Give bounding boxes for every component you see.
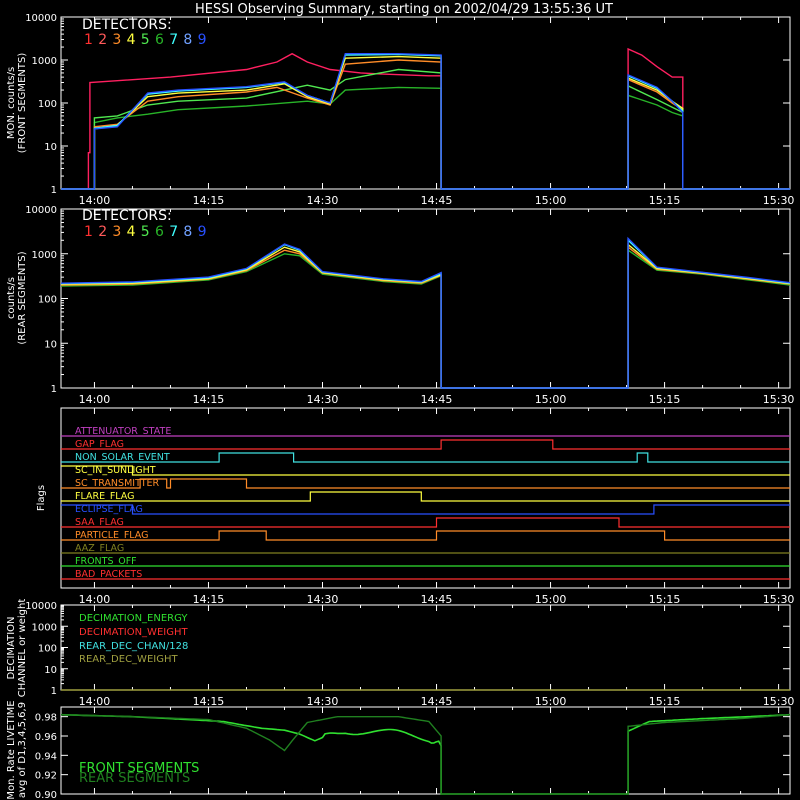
rear-legend-title: DETECTORS: — [82, 208, 172, 224]
y-tick-label-1-1: 10 — [44, 339, 57, 350]
x-tick-label-0-3: 14:45 — [421, 194, 453, 207]
x-tick-label-1-1: 14:15 — [193, 393, 225, 406]
x-tick-label-3-6: 15:30 — [763, 695, 795, 708]
detector-number-1-6: 6 — [155, 224, 164, 240]
detector-number-1-2: 2 — [98, 224, 107, 240]
x-tick-label-0-6: 15:30 — [763, 194, 795, 207]
decimation-legend-rear-chan: REAR_DEC_CHAN/128 — [79, 641, 188, 652]
figure-canvas: HESSI Observing Summary, starting on 200… — [0, 0, 800, 800]
x-tick-label-3-0: 14:00 — [79, 695, 111, 708]
detector-number-0-1: 1 — [84, 32, 93, 48]
livetime-y-tick-label-1: 0.92 — [35, 771, 57, 782]
front-ylabel-line2: (FRONT SEGMENTS) — [17, 53, 28, 154]
detector-number-0-4: 4 — [127, 32, 136, 48]
flag-label-non_solar_event: NON_SOLAR_EVENT — [75, 452, 170, 463]
flag-label-particle_flag: PARTICLE_FLAG — [75, 530, 148, 541]
y-tick-label-3-0: 1 — [51, 686, 57, 697]
detector-number-0-9: 9 — [198, 32, 207, 48]
x-tick-label-3-5: 15:15 — [649, 695, 681, 708]
y-tick-label-3-1: 10 — [44, 665, 57, 676]
decimation-legend-weight: DECIMATION_WEIGHT — [79, 627, 188, 638]
detector-number-1-7: 7 — [169, 224, 178, 240]
flag-label-aaz_flag: AAZ_FLAG — [75, 543, 124, 554]
detector-number-0-8: 8 — [183, 32, 192, 48]
detector-number-1-1: 1 — [84, 224, 93, 240]
y-tick-label-1-3: 1000 — [32, 250, 57, 261]
y-tick-label-0-2: 100 — [38, 99, 57, 110]
y-tick-label-3-2: 100 — [38, 644, 57, 655]
flags-ylabel: Flags — [36, 485, 47, 511]
x-tick-label-1-0: 14:00 — [79, 393, 111, 406]
detector-number-1-5: 5 — [141, 224, 150, 240]
hessi-summary-figure: HESSI Observing Summary, starting on 200… — [0, 0, 800, 800]
x-tick-label-2-6: 15:30 — [763, 593, 795, 606]
x-tick-label-2-4: 15:00 — [535, 593, 567, 606]
livetime-y-tick-label-4: 0.98 — [35, 713, 57, 724]
flag-label-sc_transmitter: SC_TRANSMITTER — [75, 478, 160, 489]
x-tick-label-0-2: 14:30 — [307, 194, 339, 207]
y-tick-label-0-1: 10 — [44, 142, 57, 153]
detector-number-1-4: 4 — [127, 224, 136, 240]
x-tick-label-2-3: 14:45 — [421, 593, 453, 606]
y-tick-label-3-4: 10000 — [25, 601, 57, 612]
decimation-ylabel-line1: DECIMATION — [6, 616, 17, 679]
x-tick-label-0-0: 14:00 — [79, 194, 111, 207]
detector-number-1-3: 3 — [112, 224, 121, 240]
y-tick-label-1-0: 1 — [51, 384, 57, 395]
flag-label-saa_flag: SAA_FLAG — [75, 517, 124, 528]
x-tick-label-0-4: 15:00 — [535, 194, 567, 207]
y-tick-label-0-0: 1 — [51, 185, 57, 196]
decimation-legend-rear-weight: REAR_DEC_WEIGHT — [79, 654, 178, 665]
detector-number-0-2: 2 — [98, 32, 107, 48]
flag-label-sc_in_sunlight: SC_IN_SUNLIGHT — [75, 465, 156, 476]
livetime-y-tick-label-0: 0.90 — [35, 790, 57, 800]
rear-ylabel-line1: counts/s — [6, 277, 17, 319]
decimation-ylabel-line2: CHANNEL or weight — [17, 599, 28, 698]
flag-label-flare_flag: FLARE_FLAG — [75, 491, 135, 502]
x-tick-label-3-3: 14:45 — [421, 695, 453, 708]
detector-number-1-8: 8 — [183, 224, 192, 240]
x-tick-label-3-4: 15:00 — [535, 695, 567, 708]
figure-title: HESSI Observing Summary, starting on 200… — [195, 2, 613, 17]
rear-ylabel-line2: (REAR SEGMENTS) — [17, 251, 28, 344]
flag-label-attenuator_state: ATTENUATOR_STATE — [75, 426, 171, 437]
front-ylabel-line1: MON. counts/s — [6, 67, 17, 139]
x-tick-label-1-4: 15:00 — [535, 393, 567, 406]
detector-number-0-3: 3 — [112, 32, 121, 48]
livetime-y-tick-label-3: 0.96 — [35, 732, 57, 743]
detector-number-0-6: 6 — [155, 32, 164, 48]
livetime-ylabel-line1: Mon. Rate LIVETIME — [6, 700, 17, 799]
x-tick-label-3-2: 14:30 — [307, 695, 339, 708]
x-tick-label-3-1: 14:15 — [193, 695, 225, 708]
x-tick-label-1-3: 14:45 — [421, 393, 453, 406]
x-tick-label-1-2: 14:30 — [307, 393, 339, 406]
flag-label-gap_flag: GAP_FLAG — [75, 439, 124, 450]
x-tick-label-1-6: 15:30 — [763, 393, 795, 406]
x-tick-label-2-1: 14:15 — [193, 593, 225, 606]
flag-label-bad_packets: BAD_PACKETS — [75, 569, 142, 580]
front-legend-title: DETECTORS: — [82, 17, 172, 33]
x-tick-label-0-5: 15:15 — [649, 194, 681, 207]
x-tick-label-2-5: 15:15 — [649, 593, 681, 606]
detector-number-0-5: 5 — [141, 32, 150, 48]
livetime-legend-rear: REAR SEGMENTS — [79, 771, 190, 786]
x-tick-label-2-2: 14:30 — [307, 593, 339, 606]
x-tick-label-1-5: 15:15 — [649, 393, 681, 406]
detector-number-0-7: 7 — [169, 32, 178, 48]
y-tick-label-0-3: 1000 — [32, 56, 57, 67]
detector-number-1-9: 9 — [198, 224, 207, 240]
livetime-y-tick-label-2: 0.94 — [35, 751, 57, 762]
x-tick-label-2-0: 14:00 — [79, 593, 111, 606]
y-tick-label-0-4: 10000 — [25, 13, 57, 24]
livetime-ylabel-line2: avg of D1,3,4,5,6,9 — [17, 702, 28, 798]
flag-label-fronts_off: FRONTS_OFF — [75, 556, 137, 567]
y-tick-label-1-2: 100 — [38, 295, 57, 306]
x-tick-label-0-1: 14:15 — [193, 194, 225, 207]
decimation-legend-energy: DECIMATION_ENERGY — [79, 613, 188, 624]
y-tick-label-1-4: 10000 — [25, 205, 57, 216]
y-tick-label-3-3: 1000 — [32, 622, 57, 633]
